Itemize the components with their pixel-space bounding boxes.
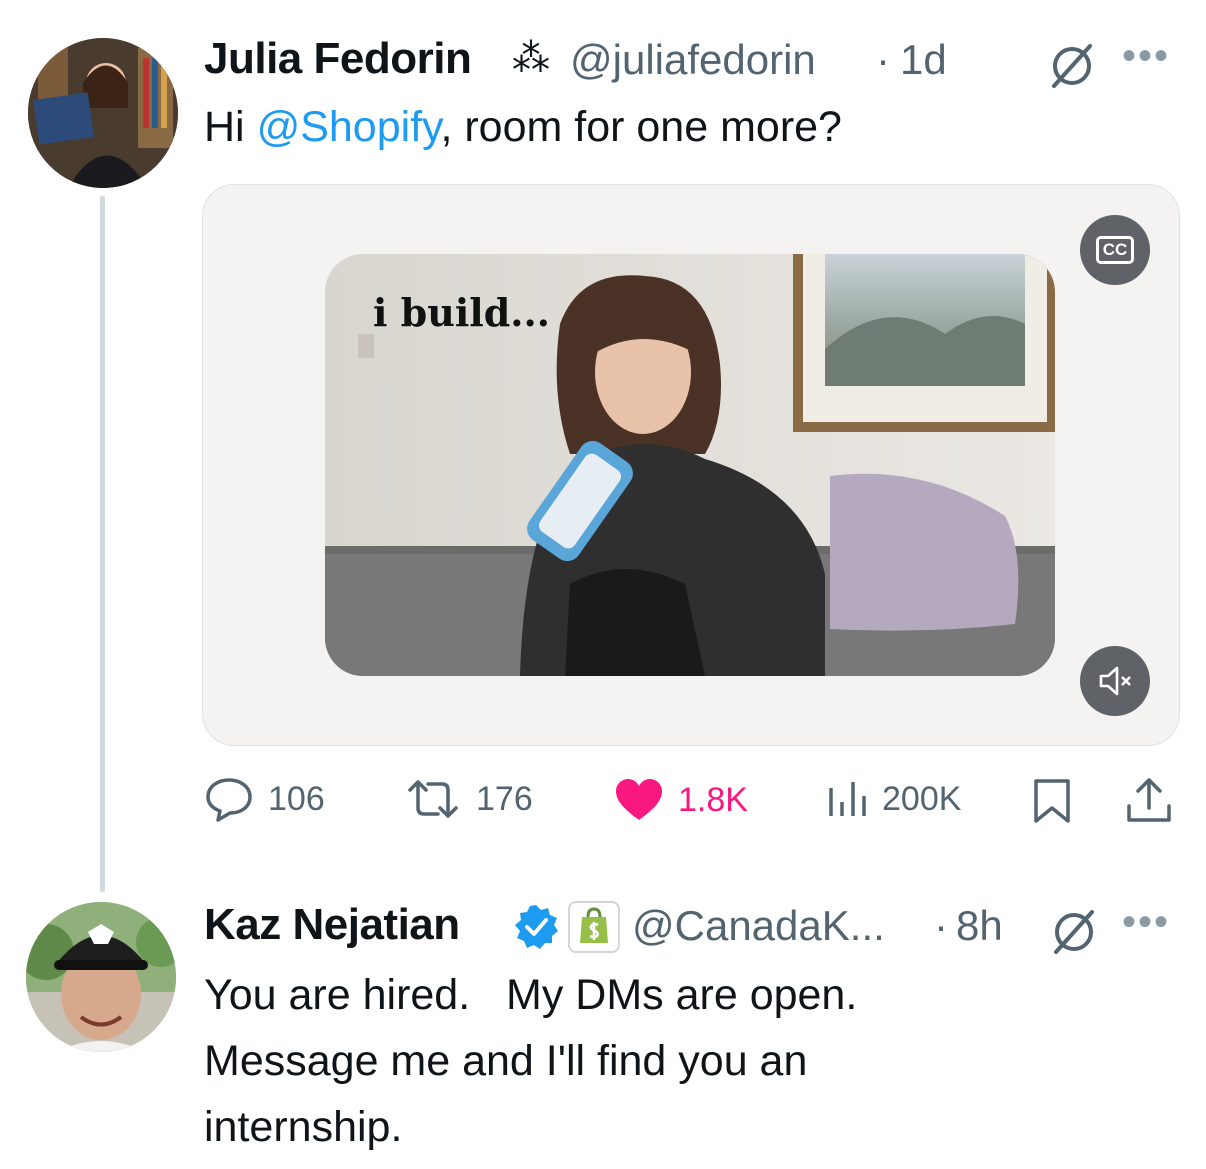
author-name[interactable]: Julia Fedorin [204, 34, 472, 84]
repost-count: 176 [476, 779, 533, 818]
like-count: 1.8K [678, 780, 748, 819]
video-overlay-text: i build... [373, 290, 550, 335]
muted-speaker-icon [1099, 666, 1131, 696]
tweet-text-after: , room for one more? [440, 103, 842, 151]
share-icon[interactable] [1124, 776, 1174, 829]
grok-icon[interactable] [1046, 40, 1098, 97]
reply-action[interactable]: 106 [204, 776, 325, 822]
thread-connector-line [100, 196, 105, 892]
reply-text-line-2: Message me and I'll find you an [204, 1037, 808, 1085]
meta-separator: · [934, 902, 948, 949]
author-handle[interactable]: @CanadaK... [632, 902, 885, 950]
avatar-julia[interactable] [28, 38, 178, 188]
mention-link[interactable]: @Shopify [257, 103, 441, 151]
verified-badge-icon [512, 903, 560, 956]
grok-icon[interactable] [1048, 906, 1100, 963]
views-icon [829, 782, 866, 816]
tweet-text: Hi @Shopify, room for one more? [204, 94, 842, 160]
affiliate-badge-shopify-icon[interactable] [568, 901, 620, 953]
reply-count: 106 [268, 779, 325, 818]
heart-icon [616, 779, 662, 820]
views-action[interactable]: 200K [826, 778, 961, 820]
more-options-icon[interactable]: ••• [1122, 900, 1170, 945]
author-handle[interactable]: @juliafedorin [570, 36, 816, 84]
views-count: 200K [882, 779, 962, 818]
mute-button[interactable] [1080, 646, 1150, 716]
captions-button[interactable]: CC [1080, 215, 1150, 285]
tweet-text-before: Hi [204, 103, 257, 151]
reply-text: You are hired. My DMs are open. Message … [204, 962, 857, 1160]
name-emoji: ⁂ [512, 38, 550, 80]
video-player[interactable]: i build... [325, 254, 1055, 676]
reply-text-line-1: You are hired. My DMs are open. [204, 971, 858, 1019]
tweet-timestamp[interactable]: 8h [956, 902, 1003, 950]
repost-icon [408, 780, 458, 818]
author-name[interactable]: Kaz Nejatian [204, 900, 460, 950]
captions-icon: CC [1095, 236, 1135, 264]
meta-separator: · [876, 36, 890, 83]
repost-action[interactable]: 176 [404, 778, 533, 820]
tweet-timestamp[interactable]: 1d [900, 36, 947, 84]
more-options-icon[interactable]: ••• [1122, 34, 1170, 79]
reply-text-line-3: internship. [204, 1103, 403, 1151]
reply-icon [206, 778, 252, 822]
like-action[interactable]: 1.8K [614, 778, 748, 822]
bookmark-icon[interactable] [1030, 778, 1074, 829]
avatar-kaz[interactable] [26, 902, 176, 1052]
